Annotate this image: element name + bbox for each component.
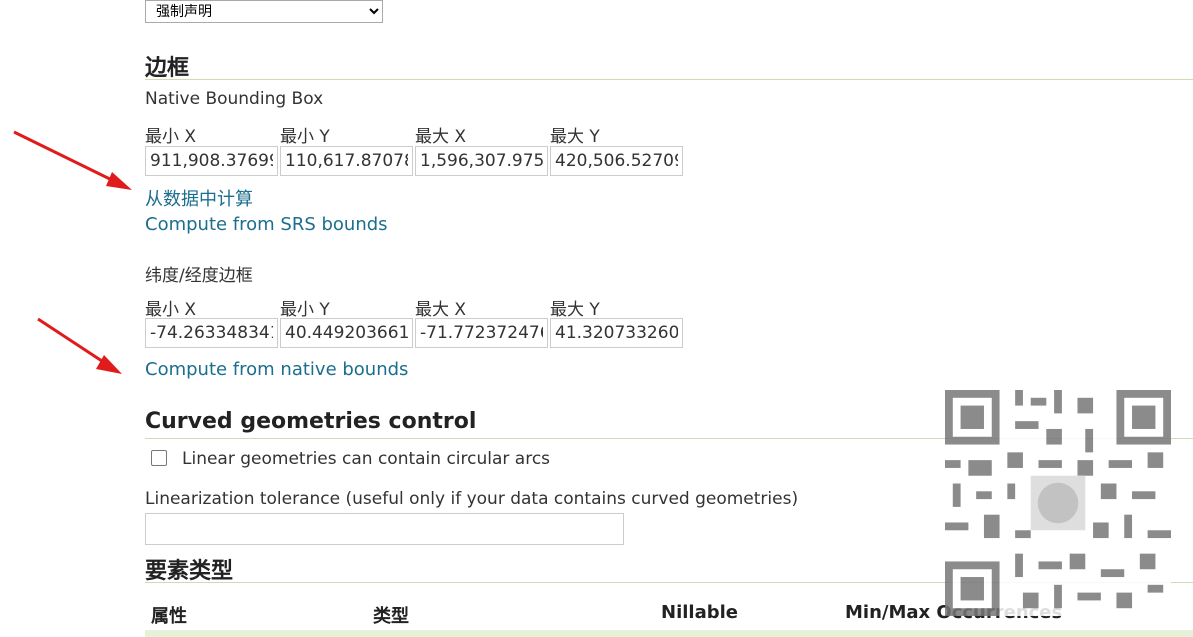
qr-code-image [945,390,1171,616]
column-header-nillable: Nillable [661,602,738,623]
native-maxy-label: 最大 Y [550,127,600,147]
native-maxy-input[interactable] [550,146,683,176]
bbox-section-title: 边框 [145,56,190,81]
latlon-maxx-label: 最大 X [415,300,467,320]
curved-section-title: Curved geometries control [145,409,477,434]
circular-arcs-checkbox[interactable] [151,450,167,466]
native-miny-label: 最小 Y [280,127,330,147]
latlon-maxy-label: 最大 Y [550,300,600,320]
latlon-miny-input[interactable] [280,318,413,348]
latlon-miny-label: 最小 Y [280,300,330,320]
native-maxx-label: 最大 X [415,127,467,147]
srs-handling-select[interactable]: 强制声明 [145,0,383,23]
latlon-bbox-label: 纬度/经度边框 [145,266,253,286]
compute-from-srs-bounds-link[interactable]: Compute from SRS bounds [145,214,388,235]
column-header-attribute: 属性 [151,606,187,627]
native-maxx-input[interactable] [415,146,548,176]
annotation-arrow-1 [13,130,132,190]
native-minx-label: 最小 X [145,127,197,147]
latlon-minx-label: 最小 X [145,300,197,320]
feature-type-section-title: 要素类型 [145,559,234,584]
section-divider [145,79,1193,80]
annotation-arrow-2 [37,317,122,374]
latlon-maxx-input[interactable] [415,318,548,348]
column-header-type: 类型 [373,606,409,627]
latlon-maxy-input[interactable] [550,318,683,348]
circular-arcs-label: Linear geometries can contain circular a… [182,449,551,469]
compute-from-native-bounds-link[interactable]: Compute from native bounds [145,359,408,380]
compute-from-data-link[interactable]: 从数据中计算 [145,185,253,211]
latlon-minx-input[interactable] [145,318,278,348]
linearization-tolerance-label: Linearization tolerance (useful only if … [145,489,799,509]
native-miny-input[interactable] [280,146,413,176]
table-first-row [145,630,1193,637]
native-minx-input[interactable] [145,146,278,176]
native-bbox-label: Native Bounding Box [145,89,324,109]
linearization-tolerance-input[interactable] [145,513,624,545]
